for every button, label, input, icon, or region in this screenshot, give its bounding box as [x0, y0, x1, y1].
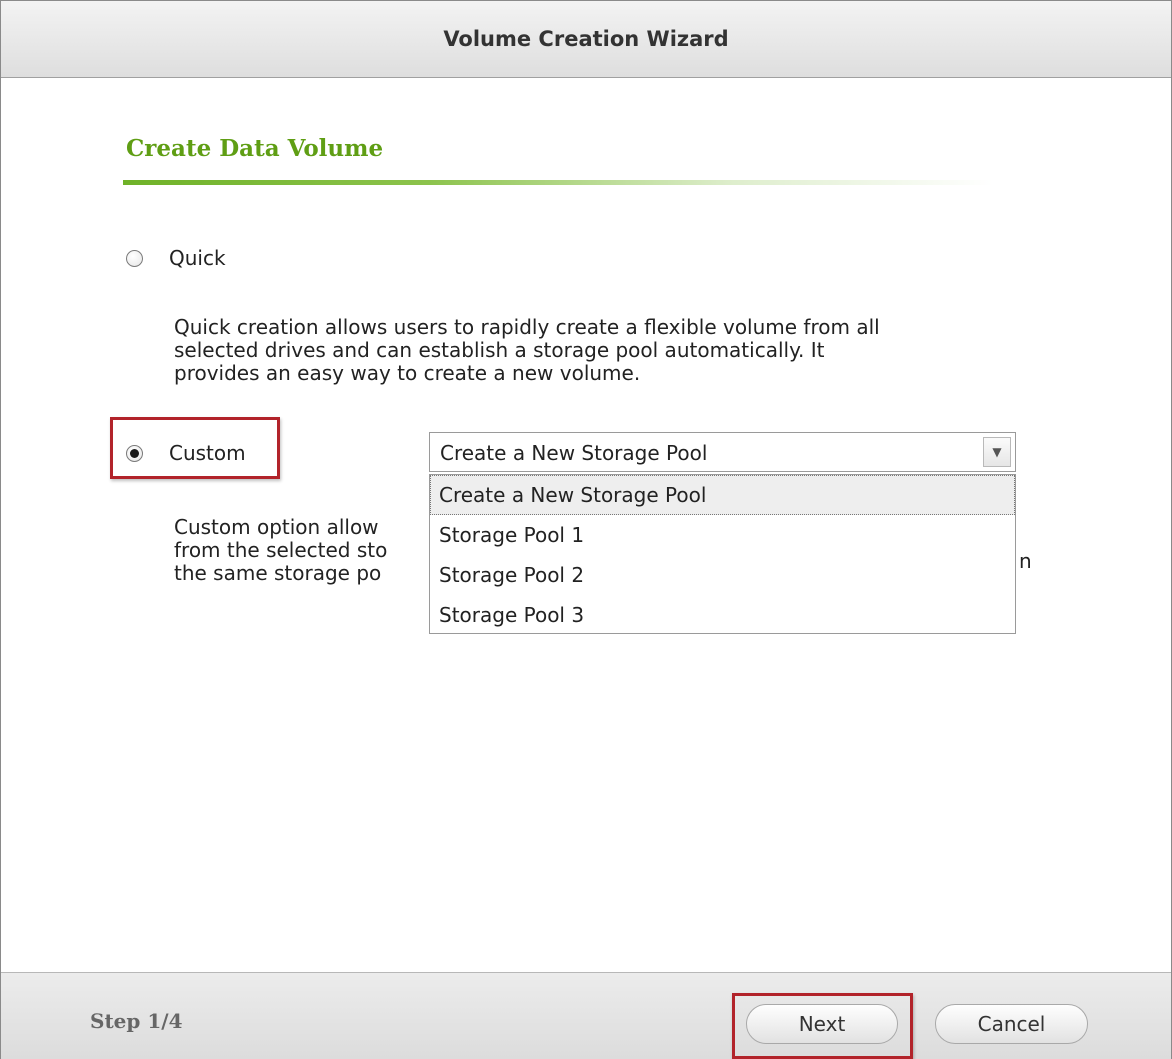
storage-pool-select-value: Create a New Storage Pool	[440, 441, 708, 465]
quick-description-line: provides an easy way to create a new vol…	[174, 361, 641, 385]
dropdown-option-new-pool[interactable]: Create a New Storage Pool	[430, 475, 1015, 515]
title-bar: Volume Creation Wizard	[1, 1, 1171, 78]
storage-pool-dropdown: Create a New Storage Pool Storage Pool 1…	[429, 474, 1016, 634]
custom-description-line: from the selected sto	[174, 538, 388, 562]
dropdown-option-pool-1[interactable]: Storage Pool 1	[430, 515, 1015, 555]
wizard-footer: Step 1/4 Next Cancel	[1, 972, 1171, 1059]
window-title: Volume Creation Wizard	[443, 27, 729, 51]
quick-label: Quick	[169, 246, 226, 270]
custom-description-line: the same storage po	[174, 561, 382, 585]
custom-description-tail: n	[1019, 549, 1032, 573]
wizard-window: Volume Creation Wizard Create Data Volum…	[0, 0, 1172, 1059]
chevron-down-icon[interactable]: ▼	[983, 437, 1011, 467]
dropdown-option-pool-2[interactable]: Storage Pool 2	[430, 555, 1015, 595]
custom-description: Custom option allow from the selected st…	[174, 516, 387, 585]
quick-description: Quick creation allows users to rapidly c…	[174, 316, 880, 385]
next-highlight-box	[732, 993, 913, 1059]
quick-description-line: selected drives and can establish a stor…	[174, 338, 825, 362]
dropdown-option-pool-3[interactable]: Storage Pool 3	[430, 595, 1015, 635]
quick-description-line: Quick creation allows users to rapidly c…	[174, 315, 880, 339]
quick-option-row[interactable]: Quick	[126, 246, 226, 270]
custom-highlight-box	[110, 417, 280, 479]
section-title: Create Data Volume	[126, 135, 384, 162]
section-divider	[123, 180, 993, 185]
step-indicator: Step 1/4	[90, 1009, 183, 1033]
cancel-button[interactable]: Cancel	[935, 1004, 1088, 1044]
custom-description-line: Custom option allow	[174, 515, 379, 539]
quick-radio[interactable]	[126, 249, 143, 267]
storage-pool-select[interactable]: Create a New Storage Pool ▼	[429, 432, 1016, 472]
